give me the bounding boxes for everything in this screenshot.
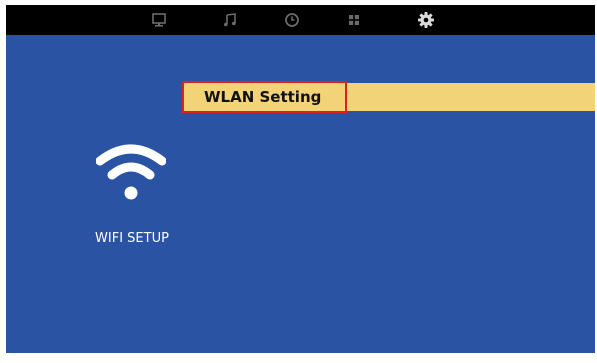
device-frame: WLAN Setting WIFI SETUP [0, 0, 597, 363]
monitor-icon[interactable] [149, 10, 169, 30]
music-note-icon[interactable] [220, 10, 240, 30]
menu-item-label: WLAN Setting [204, 88, 322, 106]
section-title: WIFI SETUP [95, 231, 169, 246]
menu-item-wlan-setting[interactable]: WLAN Setting [182, 81, 595, 113]
clock-icon[interactable] [282, 10, 302, 30]
grid-icon[interactable] [344, 10, 364, 30]
screen: WLAN Setting WIFI SETUP [6, 5, 595, 353]
gear-icon[interactable] [416, 10, 436, 30]
settings-menu-list: WLAN Setting [182, 81, 595, 113]
wifi-icon [95, 135, 167, 207]
top-navigation-bar [6, 5, 595, 35]
